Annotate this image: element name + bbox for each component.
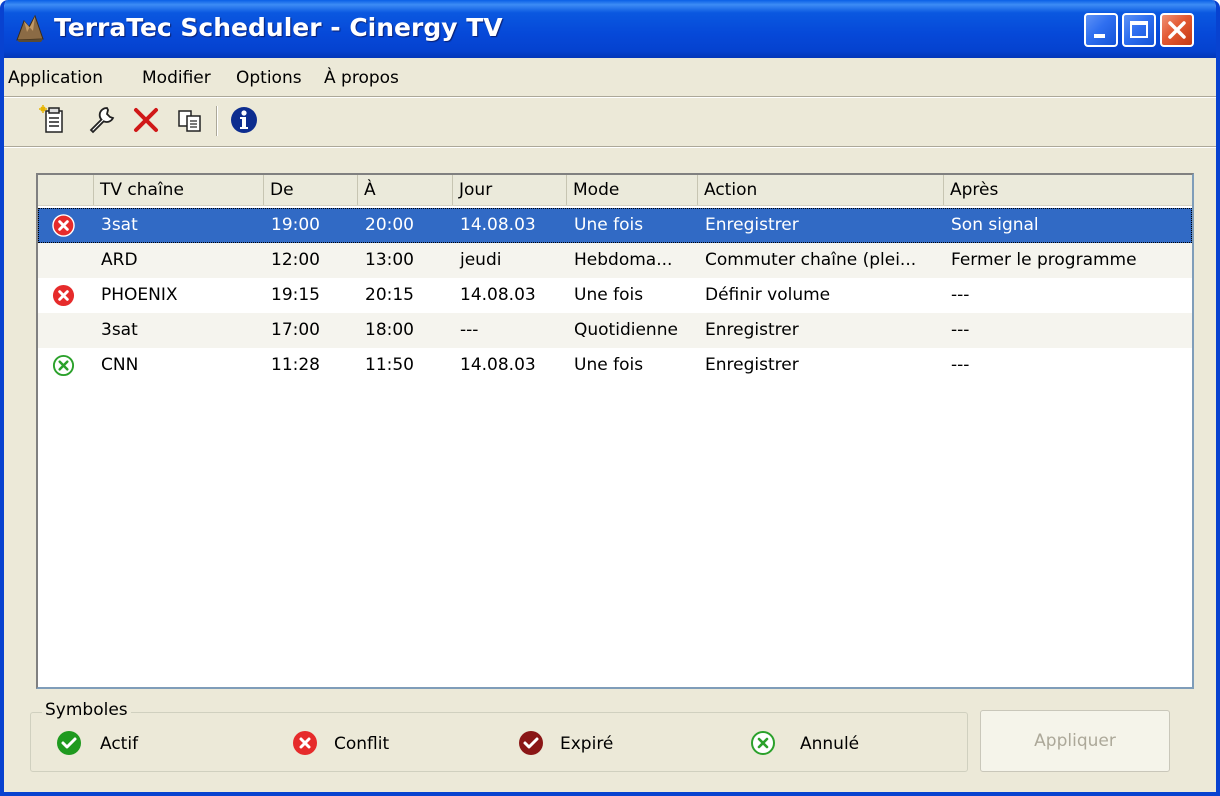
cell-channel: ARD — [101, 250, 138, 270]
toolbar-divider — [216, 106, 218, 136]
minimize-button[interactable] — [1084, 13, 1118, 47]
menu-modifier[interactable]: Modifier — [142, 68, 211, 88]
cell-mode: Une fois — [574, 285, 644, 305]
table-row[interactable]: PHOENIX 19:15 20:15 14.08.03 Une fois Dé… — [38, 278, 1192, 313]
conflict-x-icon — [293, 731, 317, 755]
cell-to: 11:50 — [365, 355, 414, 375]
cell-to: 20:00 — [365, 215, 414, 235]
legend-active-label: Actif — [100, 734, 139, 754]
cell-from: 12:00 — [271, 250, 320, 270]
cell-day: 14.08.03 — [460, 285, 536, 305]
cell-action: Enregistrer — [705, 355, 799, 375]
cell-after: Fermer le programme — [951, 250, 1137, 270]
copy-icon — [178, 110, 201, 132]
menu-a-propos[interactable]: À propos — [324, 68, 399, 88]
schedule-list[interactable]: TV chaîne De À Jour Mode Action Après 3s… — [36, 173, 1194, 689]
delete-x-icon — [134, 108, 158, 132]
cell-from: 19:00 — [271, 215, 320, 235]
delete-button[interactable] — [130, 104, 162, 136]
column-header-status[interactable] — [38, 175, 94, 205]
menu-application[interactable]: Application — [8, 68, 103, 88]
conflict-x-icon — [52, 214, 75, 237]
cell-from: 11:28 — [271, 355, 320, 375]
toolbar-separator — [4, 96, 1216, 98]
info-button[interactable] — [228, 104, 260, 136]
column-header-day[interactable]: Jour — [453, 175, 567, 205]
close-icon — [1168, 21, 1186, 39]
cell-after: --- — [951, 285, 970, 305]
cancelled-x-icon — [751, 731, 775, 755]
new-document-icon — [39, 105, 63, 133]
cell-mode: Une fois — [574, 215, 644, 235]
cell-mode: Quotidienne — [574, 320, 678, 340]
cell-day: --- — [460, 320, 479, 340]
cell-day: jeudi — [460, 250, 502, 270]
cell-from: 17:00 — [271, 320, 320, 340]
cell-channel: 3sat — [101, 215, 138, 235]
table-row[interactable]: 3sat 17:00 18:00 --- Quotidienne Enregis… — [38, 313, 1192, 348]
legend-cancelled-label: Annulé — [800, 734, 860, 754]
table-row[interactable]: 3sat 19:00 20:00 14.08.03 Une fois Enreg… — [38, 208, 1192, 243]
maximize-icon — [1130, 21, 1148, 38]
maximize-button[interactable] — [1122, 13, 1156, 47]
menu-options[interactable]: Options — [236, 68, 302, 88]
menu-bar: Application Modifier Options À propos — [4, 60, 1216, 94]
cell-channel: PHOENIX — [101, 285, 178, 305]
column-header-action[interactable]: Action — [698, 175, 944, 205]
edit-button[interactable] — [86, 104, 118, 136]
column-header-channel[interactable]: TV chaîne — [94, 175, 264, 205]
cell-after: --- — [951, 355, 970, 375]
table-row[interactable]: CNN 11:28 11:50 14.08.03 Une fois Enregi… — [38, 348, 1192, 383]
new-entry-button[interactable] — [38, 104, 70, 136]
symbols-group-label: Symboles — [42, 700, 131, 720]
legend-expired-label: Expiré — [560, 734, 614, 754]
close-button[interactable] — [1160, 13, 1194, 47]
cell-from: 19:15 — [271, 285, 320, 305]
cell-after: Son signal — [951, 215, 1039, 235]
cell-to: 18:00 — [365, 320, 414, 340]
toolbar-bottom-border — [4, 146, 1216, 148]
minimize-icon — [1094, 34, 1105, 38]
cell-channel: CNN — [101, 355, 139, 375]
table-row[interactable]: ARD 12:00 13:00 jeudi Hebdoma... Commute… — [38, 243, 1192, 278]
cell-channel: 3sat — [101, 320, 138, 340]
cell-day: 14.08.03 — [460, 355, 536, 375]
app-logo-icon — [16, 14, 44, 42]
cell-to: 13:00 — [365, 250, 414, 270]
list-header: TV chaîne De À Jour Mode Action Après — [38, 175, 1192, 206]
column-header-to[interactable]: À — [358, 175, 453, 205]
cell-mode: Une fois — [574, 355, 644, 375]
expired-check-icon — [519, 731, 543, 755]
cell-action: Définir volume — [705, 285, 831, 305]
legend-conflict-label: Conflit — [334, 734, 390, 754]
apply-button[interactable]: Appliquer — [980, 710, 1170, 772]
title-bar[interactable]: TerraTec Scheduler - Cinergy TV — [4, 0, 1216, 58]
cell-action: Enregistrer — [705, 215, 799, 235]
cell-action: Enregistrer — [705, 320, 799, 340]
cell-action: Commuter chaîne (plei... — [705, 250, 917, 270]
cell-to: 20:15 — [365, 285, 414, 305]
active-check-icon — [57, 731, 81, 755]
wrench-icon — [89, 107, 115, 134]
copy-button[interactable] — [174, 104, 206, 136]
window-title: TerraTec Scheduler - Cinergy TV — [54, 13, 503, 42]
column-header-from[interactable]: De — [264, 175, 358, 205]
info-icon — [231, 107, 257, 133]
column-header-mode[interactable]: Mode — [567, 175, 698, 205]
cell-mode: Hebdoma... — [574, 250, 673, 270]
scheduler-window: TerraTec Scheduler - Cinergy TV Applicat… — [0, 0, 1220, 796]
cancelled-x-icon — [52, 354, 75, 377]
cell-after: --- — [951, 320, 970, 340]
conflict-x-icon — [52, 284, 75, 307]
cell-day: 14.08.03 — [460, 215, 536, 235]
column-header-after[interactable]: Après — [944, 175, 1192, 205]
